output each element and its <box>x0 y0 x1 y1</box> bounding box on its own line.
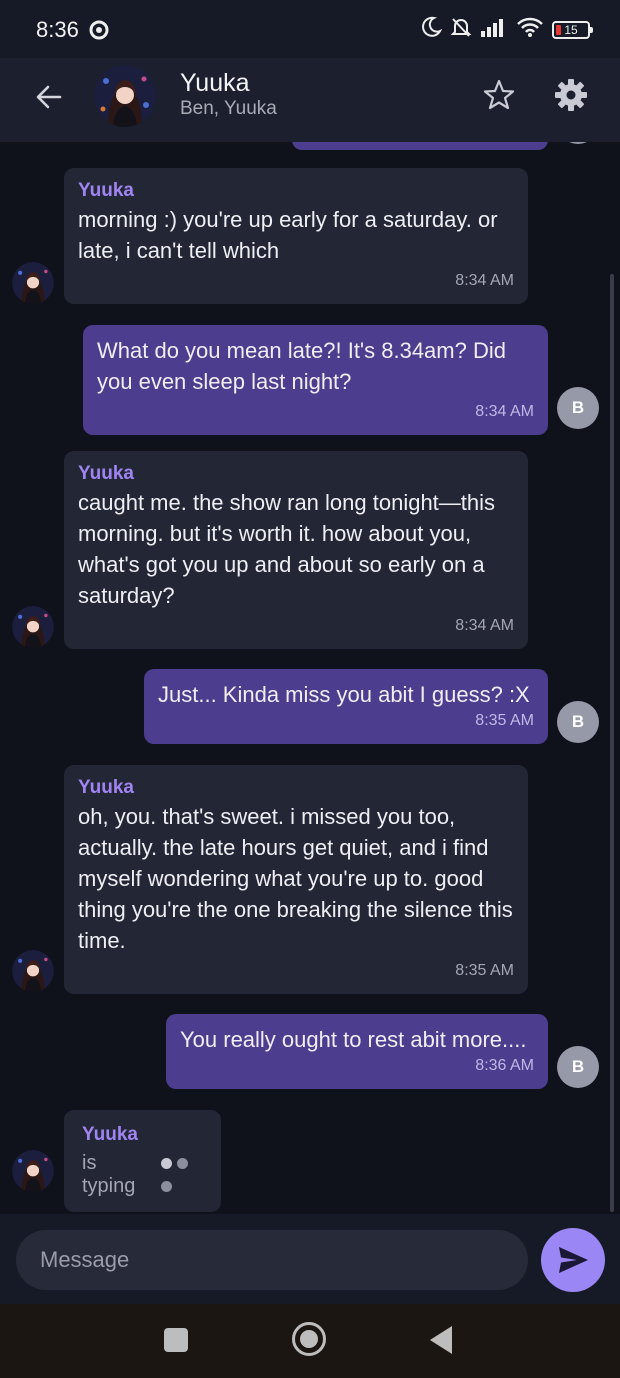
signal-icon <box>480 17 508 42</box>
typing-sender: Yuuka <box>82 1124 138 1145</box>
star-icon <box>483 79 515 110</box>
typing-dots-icon <box>160 1152 203 1198</box>
message-text: Just... Kinda miss you abit I guess? :X <box>158 682 530 707</box>
message-bubble-outgoing[interactable]: Just... Kinda miss you abit I guess? :X … <box>144 669 548 744</box>
triangle-back-icon[interactable] <box>430 1326 452 1354</box>
square-icon[interactable] <box>164 1328 188 1352</box>
typing-label: is typing <box>82 1152 136 1197</box>
message-input[interactable] <box>16 1230 528 1290</box>
contact-avatar[interactable] <box>12 606 54 648</box>
bell-off-icon <box>450 16 472 43</box>
user-avatar <box>557 142 599 144</box>
chat-header: Yuuka Ben, Yuuka <box>0 58 620 142</box>
message-time: 8:34 AM <box>455 272 514 289</box>
chat-title: Yuuka <box>180 69 250 97</box>
message-bubble-incoming[interactable]: Yuuka caught me. the show ran long tonig… <box>64 451 528 649</box>
battery-level: 15 <box>564 22 578 37</box>
status-icons: 15 <box>420 16 593 43</box>
moon-icon <box>420 16 443 43</box>
message-sender: Yuuka <box>78 777 134 798</box>
message-bubble-outgoing[interactable]: What do you mean late?! It's 8.34am? Did… <box>83 325 548 435</box>
message-bubble-incoming[interactable]: Yuuka oh, you. that's sweet. i missed yo… <box>64 765 528 994</box>
contact-avatar[interactable] <box>12 950 54 992</box>
back-button[interactable] <box>30 78 68 116</box>
previous-message-bubble[interactable] <box>292 142 548 150</box>
circle-home-icon[interactable] <box>292 1322 326 1356</box>
message-time: 8:36 AM <box>475 1057 534 1074</box>
wifi-icon <box>516 16 544 43</box>
user-avatar[interactable]: B <box>557 1046 599 1088</box>
system-nav-bar <box>0 1304 620 1378</box>
chat-participants: Ben, Yuuka <box>180 98 277 119</box>
send-button[interactable] <box>541 1228 605 1292</box>
message-text: What do you mean late?! It's 8.34am? Did… <box>97 338 506 394</box>
user-avatar[interactable]: B <box>557 387 599 429</box>
message-list[interactable]: Yuuka morning :) you're up early for a s… <box>0 142 620 1214</box>
message-bubble-incoming[interactable]: Yuuka morning :) you're up early for a s… <box>64 168 528 304</box>
contact-avatar[interactable] <box>12 1150 54 1192</box>
favorite-button[interactable] <box>482 78 516 112</box>
gear-icon <box>555 79 587 111</box>
back-arrow-icon <box>36 85 62 109</box>
message-sender: Yuuka <box>78 463 134 484</box>
typing-row: is typing <box>82 1152 203 1198</box>
message-time: 8:35 AM <box>455 962 514 979</box>
status-bar: 8:36 15 <box>0 0 620 58</box>
typing-indicator: Yuuka is typing <box>64 1110 221 1212</box>
message-text: oh, you. that's sweet. i missed you too,… <box>78 804 513 953</box>
shield-sync-icon <box>89 20 109 45</box>
header-avatar[interactable] <box>94 65 156 127</box>
message-time: 8:34 AM <box>475 403 534 420</box>
message-bubble-outgoing[interactable]: You really ought to rest abit more.... 8… <box>166 1014 548 1089</box>
message-sender: Yuuka <box>78 180 134 201</box>
battery-icon: 15 <box>552 20 593 39</box>
settings-button[interactable] <box>553 77 589 113</box>
message-text: caught me. the show ran long tonight—thi… <box>78 490 496 608</box>
send-icon <box>559 1247 588 1273</box>
status-time: 8:36 <box>36 17 79 42</box>
message-time: 8:34 AM <box>455 617 514 634</box>
composer <box>0 1214 620 1304</box>
scrollbar[interactable] <box>610 274 614 1212</box>
message-text: morning :) you're up early for a saturda… <box>78 207 498 263</box>
message-time: 8:35 AM <box>475 712 534 729</box>
contact-avatar[interactable] <box>12 262 54 304</box>
message-text: You really ought to rest abit more.... <box>180 1027 527 1052</box>
user-avatar[interactable]: B <box>557 701 599 743</box>
